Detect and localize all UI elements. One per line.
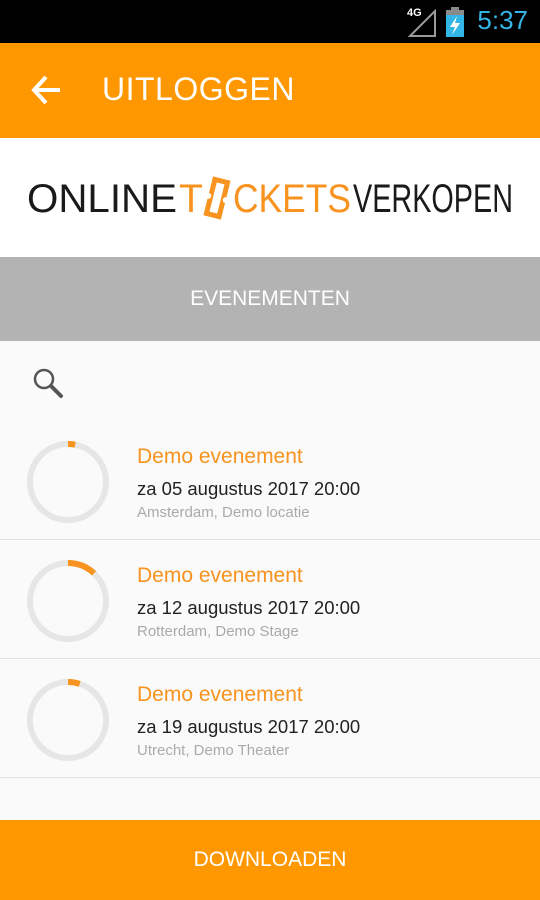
event-title: Demo evenement <box>137 564 303 587</box>
app-bar: UITLOGGEN <box>0 43 540 138</box>
search-row <box>0 341 540 421</box>
svg-text:VERKOPEN: VERKOPEN <box>353 177 513 221</box>
event-list: Demo evenement za 05 augustus 2017 20:00… <box>0 421 540 778</box>
status-bar: 4G 5:37 <box>0 0 540 43</box>
ticket-progress-ring <box>27 441 109 523</box>
event-title: Demo evenement <box>137 445 303 468</box>
event-date: za 05 augustus 2017 20:00 <box>137 478 361 499</box>
event-location: Amsterdam, Demo locatie <box>137 504 310 521</box>
event-date: za 12 augustus 2017 20:00 <box>137 597 361 618</box>
clock: 5:37 <box>477 5 528 35</box>
arrow-left-icon[interactable] <box>30 73 64 107</box>
event-location: Utrecht, Demo Theater <box>137 742 290 759</box>
event-date: za 19 augustus 2017 20:00 <box>137 716 361 737</box>
ticket-progress-ring <box>27 560 109 642</box>
event-title: Demo evenement <box>137 683 303 706</box>
list-item[interactable]: Demo evenement za 12 augustus 2017 20:00… <box>0 540 540 659</box>
event-location: Rotterdam, Demo Stage <box>137 623 299 640</box>
ticket-progress-ring <box>27 679 109 761</box>
svg-text:ONLINE: ONLINE <box>27 177 177 221</box>
battery-charging-icon <box>446 7 464 37</box>
list-item[interactable]: Demo evenement za 05 augustus 2017 20:00… <box>0 421 540 540</box>
logout-title[interactable]: UITLOGGEN <box>102 71 295 108</box>
svg-text:T: T <box>179 177 203 221</box>
svg-text:CKETS: CKETS <box>233 177 351 221</box>
search-icon[interactable] <box>32 367 64 399</box>
logo-area: ONLINE T CKETS VERKOPEN <box>0 138 540 257</box>
signal-icon <box>407 9 436 37</box>
tab-bar: EVENEMENTEN <box>0 257 540 341</box>
download-button[interactable]: DOWNLOADEN <box>0 820 540 900</box>
onlineticketsverkopen-logo: ONLINE T CKETS VERKOPEN <box>27 176 513 221</box>
tab-evenementen[interactable]: EVENEMENTEN <box>0 257 540 341</box>
list-item[interactable]: Demo evenement za 19 augustus 2017 20:00… <box>0 659 540 778</box>
